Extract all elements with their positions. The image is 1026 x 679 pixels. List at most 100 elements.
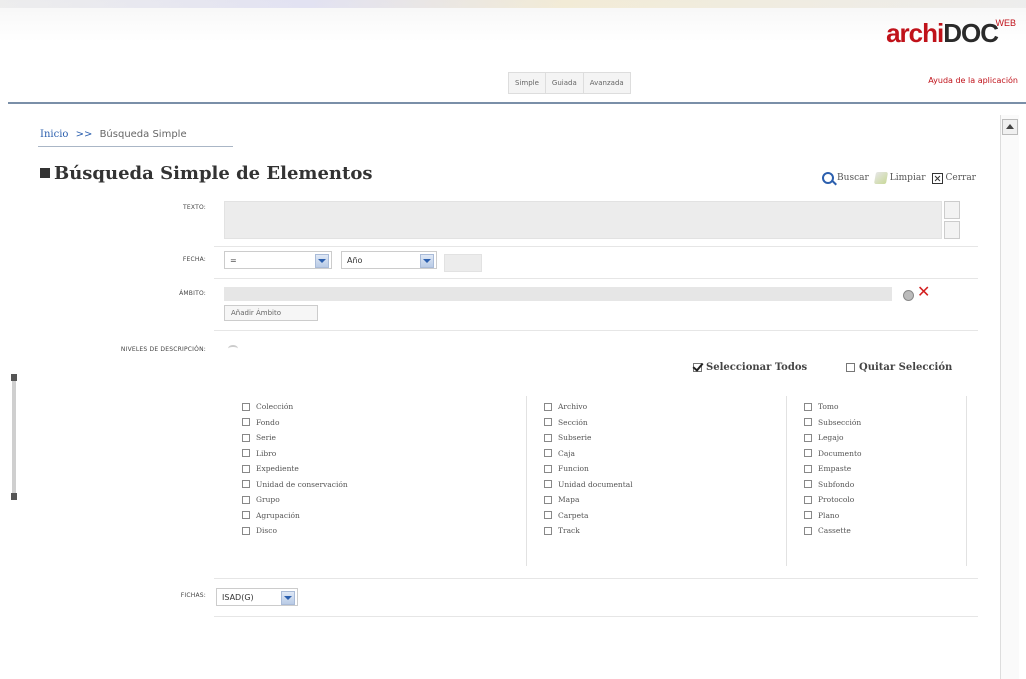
level-checkbox[interactable] <box>544 495 552 504</box>
level-checkbox[interactable] <box>804 495 812 504</box>
level-item[interactable]: Unidad documental <box>544 477 633 493</box>
texto-scroll-down-icon[interactable] <box>944 221 960 239</box>
level-item[interactable]: Agrupación <box>242 508 348 524</box>
level-checkbox[interactable] <box>242 480 250 489</box>
splitter-bottom-handle[interactable] <box>11 493 17 500</box>
level-item[interactable]: Colección <box>242 399 348 415</box>
fecha-operator-select[interactable]: = <box>224 251 332 269</box>
deselect-all-control[interactable]: Quitar Selección <box>846 362 952 373</box>
level-item[interactable]: Sección <box>544 415 633 431</box>
level-item[interactable]: Funcion <box>544 461 633 477</box>
ambito-remove-icon[interactable]: ✕ <box>917 284 930 300</box>
level-item[interactable]: Libro <box>242 446 348 462</box>
level-item[interactable]: Disco <box>242 523 348 539</box>
search-icon <box>822 172 835 184</box>
level-label: Tomo <box>818 402 839 412</box>
level-item[interactable]: Subserie <box>544 430 633 446</box>
level-checkbox[interactable] <box>544 480 552 489</box>
fecha-value-input[interactable] <box>444 254 482 272</box>
level-item[interactable]: Empaste <box>804 461 861 477</box>
header-banner-strip <box>0 0 1026 8</box>
level-label: Documento <box>818 448 862 458</box>
side-panel-splitter[interactable] <box>11 374 17 500</box>
tab-avanzada[interactable]: Avanzada <box>582 72 631 94</box>
level-item[interactable]: Cassette <box>804 523 861 539</box>
scroll-up-icon[interactable] <box>1002 119 1018 135</box>
level-label: Expediente <box>256 464 299 474</box>
splitter-top-handle[interactable] <box>11 374 17 381</box>
level-item[interactable]: Expediente <box>242 461 348 477</box>
level-checkbox[interactable] <box>242 418 250 427</box>
level-item[interactable]: Serie <box>242 430 348 446</box>
niveles-toggle-icon[interactable] <box>228 345 238 352</box>
level-item[interactable]: Documento <box>804 446 861 462</box>
level-checkbox[interactable] <box>804 433 812 442</box>
level-item[interactable]: Unidad de conservación <box>242 477 348 493</box>
texto-input[interactable] <box>224 201 942 239</box>
ambito-label: ÁMBITO: <box>179 290 206 297</box>
level-checkbox[interactable] <box>544 511 552 520</box>
level-checkbox[interactable] <box>544 418 552 427</box>
level-checkbox[interactable] <box>804 418 812 427</box>
search-button[interactable]: Buscar <box>822 172 869 184</box>
level-checkbox[interactable] <box>804 402 812 411</box>
level-item[interactable]: Legajo <box>804 430 861 446</box>
level-checkbox[interactable] <box>804 449 812 458</box>
level-checkbox[interactable] <box>804 464 812 473</box>
level-item[interactable]: Caja <box>544 446 633 462</box>
level-checkbox[interactable] <box>804 511 812 520</box>
level-checkbox[interactable] <box>544 464 552 473</box>
level-item[interactable]: Tomo <box>804 399 861 415</box>
level-checkbox[interactable] <box>544 402 552 411</box>
level-item[interactable]: Archivo <box>544 399 633 415</box>
level-item[interactable]: Plano <box>804 508 861 524</box>
search-mode-tabs: Simple Guiada Avanzada <box>508 72 631 94</box>
help-link[interactable]: Ayuda de la aplicación <box>928 76 1018 85</box>
level-checkbox[interactable] <box>242 402 250 411</box>
level-checkbox[interactable] <box>242 526 250 535</box>
level-item[interactable]: Subsección <box>804 415 861 431</box>
level-label: Disco <box>256 526 277 536</box>
level-label: Track <box>558 526 580 536</box>
level-label: Subfondo <box>818 479 855 489</box>
tab-guiada[interactable]: Guiada <box>544 72 583 94</box>
texto-scroll-controls[interactable] <box>944 201 960 239</box>
level-label: Serie <box>256 433 276 443</box>
level-item[interactable]: Track <box>544 523 633 539</box>
clear-icon <box>873 172 888 184</box>
close-button[interactable]: Cerrar <box>931 172 976 184</box>
level-item[interactable]: Mapa <box>544 492 633 508</box>
vertical-scrollbar[interactable] <box>1000 115 1019 679</box>
level-item[interactable]: Carpeta <box>544 508 633 524</box>
level-checkbox[interactable] <box>242 511 250 520</box>
deselect-all-checkbox[interactable] <box>846 363 855 372</box>
level-checkbox[interactable] <box>804 480 812 489</box>
title-bullet-icon <box>40 168 50 178</box>
fecha-unit-select[interactable]: Año <box>341 251 437 269</box>
level-label: Unidad de conservación <box>256 479 348 489</box>
tab-simple[interactable]: Simple <box>508 72 545 94</box>
level-item[interactable]: Protocolo <box>804 492 861 508</box>
select-all-checkbox[interactable] <box>693 363 702 372</box>
add-ambito-button[interactable]: Añadir Ámbito <box>224 305 318 321</box>
breadcrumb-home-link[interactable]: Inicio <box>40 129 68 140</box>
level-item[interactable]: Fondo <box>242 415 348 431</box>
texto-scroll-up-icon[interactable] <box>944 201 960 219</box>
level-checkbox[interactable] <box>544 433 552 442</box>
level-item[interactable]: Subfondo <box>804 477 861 493</box>
level-checkbox[interactable] <box>544 449 552 458</box>
level-checkbox[interactable] <box>242 433 250 442</box>
level-checkbox[interactable] <box>242 449 250 458</box>
ambito-select-icon[interactable] <box>903 290 914 301</box>
level-item[interactable]: Grupo <box>242 492 348 508</box>
level-checkbox[interactable] <box>544 526 552 535</box>
level-checkbox[interactable] <box>242 495 250 504</box>
level-checkbox[interactable] <box>804 526 812 535</box>
fichas-select[interactable]: ISAD(G) <box>216 588 298 606</box>
ambito-field[interactable] <box>224 287 892 301</box>
breadcrumb-separator: >> <box>75 129 93 140</box>
select-all-control[interactable]: Seleccionar Todos <box>693 362 807 373</box>
app-logo: archiDOC WEB <box>886 18 1016 49</box>
level-checkbox[interactable] <box>242 464 250 473</box>
clear-button[interactable]: Limpiar <box>873 172 926 184</box>
